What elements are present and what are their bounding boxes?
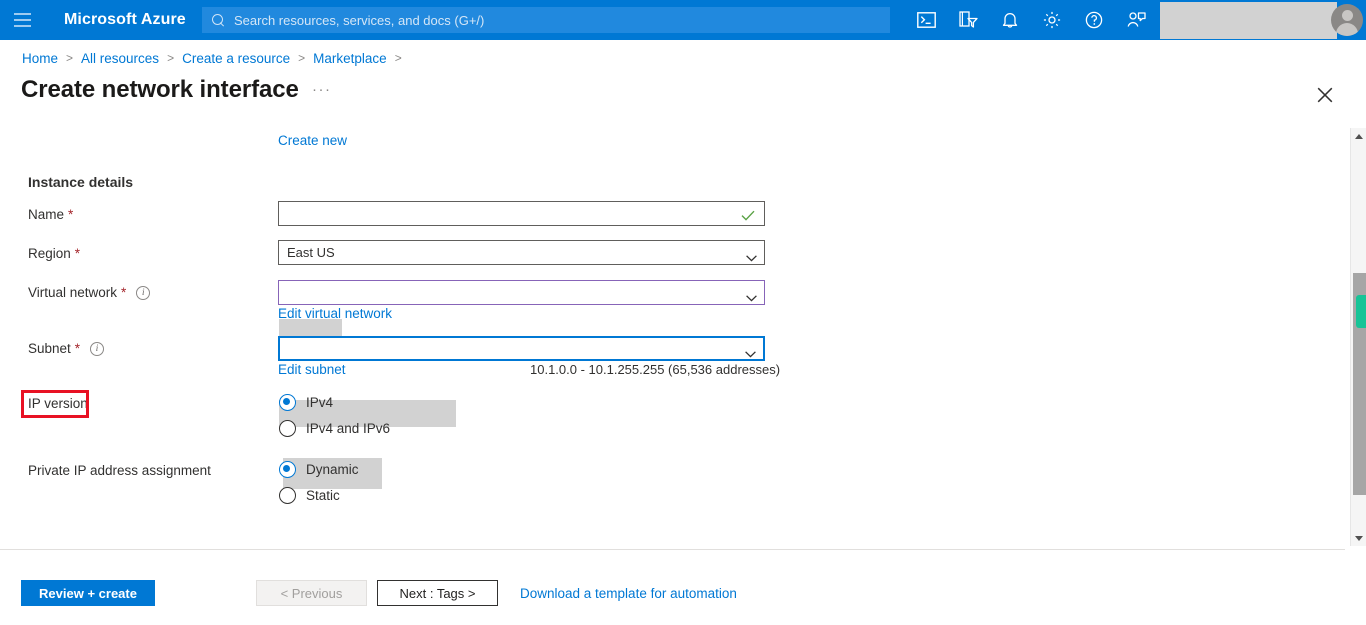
instance-details-heading: Instance details — [28, 174, 134, 190]
private-ip-assignment-option-static[interactable]: Static — [279, 485, 340, 505]
name-field-label: Name * — [28, 207, 73, 222]
ip-version-option-ipv4-label: IPv4 — [306, 394, 334, 410]
user-avatar[interactable] — [1331, 4, 1363, 36]
region-field-label: Region * — [28, 246, 80, 261]
search-placeholder: Search resources, services, and docs (G+… — [234, 12, 485, 28]
breadcrumb-separator: > — [167, 51, 175, 65]
scroll-down-arrow-icon[interactable] — [1351, 530, 1366, 546]
previous-button: < Previous — [256, 580, 367, 606]
edit-virtual-network-link[interactable]: Edit virtual network — [278, 306, 392, 321]
next-tags-button[interactable]: Next : Tags > — [377, 580, 498, 606]
azure-brand-logo[interactable]: Microsoft Azure — [64, 11, 186, 29]
subnet-select[interactable] — [278, 336, 765, 361]
review-create-button[interactable]: Review + create — [21, 580, 155, 606]
directory-filter-icon[interactable] — [947, 0, 989, 40]
breadcrumb: Home > All resources > Create a resource… — [22, 48, 410, 68]
virtual-network-required-marker: * — [121, 285, 127, 300]
radio-indicator — [279, 460, 296, 478]
settings-gear-icon[interactable] — [1031, 0, 1073, 40]
avatar-head-shape — [1341, 10, 1353, 21]
subnet-address-range: 10.1.0.0 - 10.1.255.255 (65,536 addresse… — [530, 362, 781, 377]
chevron-down-icon — [746, 290, 757, 302]
breadcrumb-item-all-resources[interactable]: All resources — [81, 51, 159, 66]
breadcrumb-separator: > — [394, 51, 402, 65]
wizard-footer-bar: Review + create < Previous Next : Tags >… — [0, 550, 1345, 625]
private-ip-assignment-option-dynamic[interactable]: Dynamic — [279, 459, 359, 479]
search-icon — [212, 13, 225, 27]
page-more-options-icon[interactable]: ··· — [312, 82, 332, 97]
create-new-link[interactable]: Create new — [278, 133, 347, 148]
virtual-network-select[interactable] — [278, 280, 765, 305]
subnet-label-text: Subnet — [28, 341, 71, 356]
chevron-down-icon — [745, 346, 756, 358]
private-ip-assignment-field-label: Private IP address assignment — [28, 463, 211, 478]
ip-version-field-label: IP version — [28, 396, 88, 411]
create-network-interface-form: Create new Instance details Name * Regio… — [0, 120, 1345, 540]
region-select[interactable]: East US — [278, 240, 765, 265]
chevron-down-icon — [746, 250, 757, 262]
subnet-info-icon[interactable]: i — [90, 341, 105, 356]
cloud-shell-icon[interactable] — [905, 0, 947, 40]
private-ip-assignment-option-dynamic-label: Dynamic — [306, 461, 359, 477]
main-scrollbar[interactable] — [1350, 128, 1366, 546]
azure-top-header: Microsoft Azure Search resources, servic… — [0, 0, 1366, 40]
name-required-marker: * — [68, 207, 74, 222]
feedback-person-icon[interactable] — [1115, 0, 1157, 40]
region-select-value: East US — [287, 245, 335, 260]
breadcrumb-separator: > — [298, 51, 306, 65]
hamburger-menu-icon[interactable] — [0, 0, 44, 40]
scroll-up-arrow-icon[interactable] — [1351, 128, 1366, 144]
private-ip-assignment-label-text: Private IP address assignment — [28, 463, 211, 478]
breadcrumb-item-marketplace[interactable]: Marketplace — [313, 51, 387, 66]
edit-subnet-link[interactable]: Edit subnet — [278, 362, 346, 377]
breadcrumb-item-home[interactable]: Home — [22, 51, 58, 66]
account-name-redacted — [1160, 2, 1337, 39]
download-template-link[interactable]: Download a template for automation — [520, 586, 737, 601]
page-title: Create network interface — [21, 76, 299, 103]
header-icon-group — [905, 0, 1157, 40]
virtual-network-info-icon[interactable]: i — [136, 285, 151, 300]
scroll-position-marker — [1356, 295, 1366, 328]
region-label-text: Region — [28, 246, 71, 261]
radio-indicator — [279, 393, 296, 411]
ip-version-option-ipv4-and-ipv6-label: IPv4 and IPv6 — [306, 420, 391, 436]
close-icon[interactable] — [1309, 79, 1341, 111]
name-input[interactable] — [278, 201, 765, 226]
subnet-field-label: Subnet * i — [28, 341, 105, 356]
subnet-required-marker: * — [74, 341, 81, 356]
help-question-icon[interactable] — [1073, 0, 1115, 40]
virtual-network-field-label: Virtual network * i — [28, 285, 151, 300]
name-valid-check-icon — [741, 209, 755, 224]
private-ip-assignment-option-static-label: Static — [306, 487, 340, 503]
ip-version-option-ipv4[interactable]: IPv4 — [279, 392, 333, 412]
global-search-input[interactable]: Search resources, services, and docs (G+… — [202, 7, 890, 33]
breadcrumb-item-create-a-resource[interactable]: Create a resource — [182, 51, 290, 66]
radio-indicator — [279, 419, 296, 437]
avatar-body-shape — [1336, 23, 1358, 36]
name-label-text: Name — [28, 207, 65, 222]
notifications-bell-icon[interactable] — [989, 0, 1031, 40]
breadcrumb-separator: > — [66, 51, 74, 65]
ip-version-option-ipv4-and-ipv6[interactable]: IPv4 and IPv6 — [279, 418, 390, 438]
ip-version-label-text: IP version — [28, 396, 88, 411]
virtual-network-label-text: Virtual network — [28, 285, 118, 300]
radio-indicator — [279, 486, 296, 504]
region-required-marker: * — [74, 246, 81, 261]
